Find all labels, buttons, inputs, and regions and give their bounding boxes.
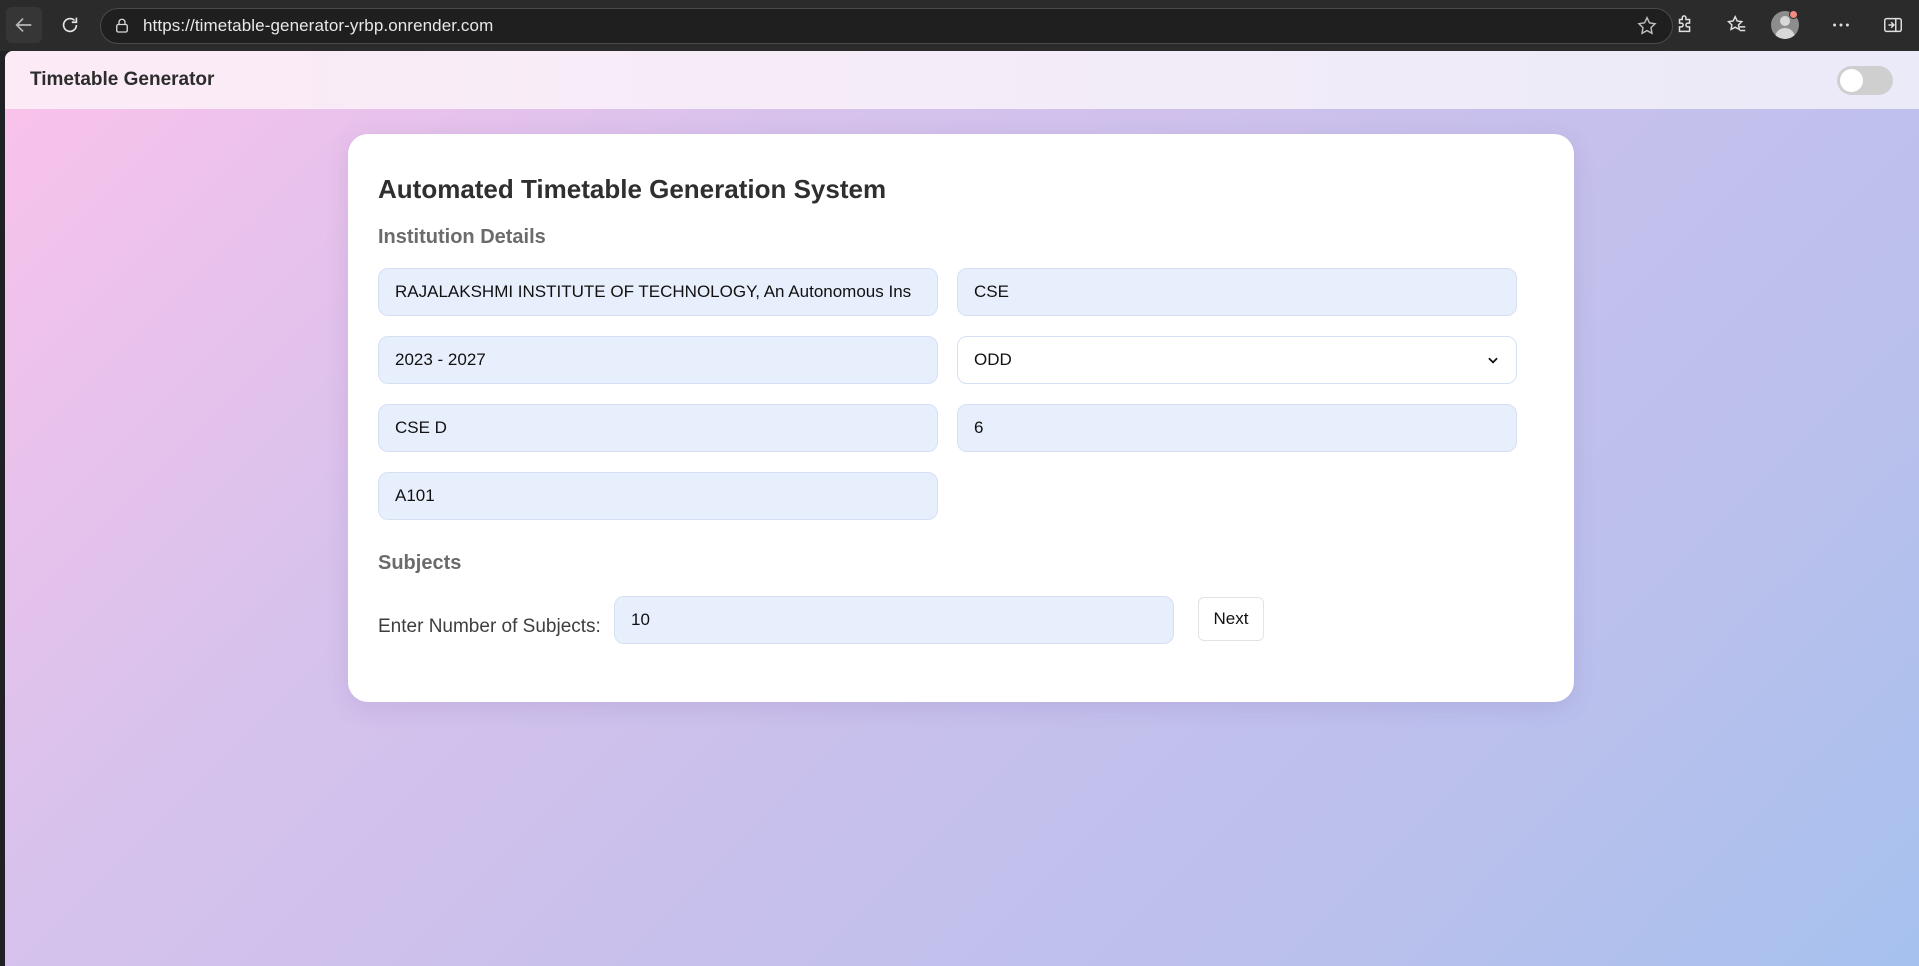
next-button[interactable]: Next	[1198, 597, 1264, 641]
institution-name-field[interactable]: RAJALAKSHMI INSTITUTE OF TECHNOLOGY, An …	[378, 268, 938, 316]
extensions-icon[interactable]	[1659, 7, 1711, 43]
toggle-knob	[1840, 69, 1863, 92]
department-field[interactable]: CSE	[957, 268, 1517, 316]
more-options-icon[interactable]	[1815, 7, 1867, 43]
section-field[interactable]: CSE D	[378, 404, 938, 452]
back-button[interactable]	[6, 7, 42, 43]
timetable-form-card: Automated Timetable Generation System In…	[348, 134, 1574, 702]
institution-details-heading: Institution Details	[378, 226, 546, 248]
subjects-count-input[interactable]: 10	[614, 596, 1174, 644]
notification-dot	[1788, 9, 1798, 19]
reload-icon	[62, 17, 78, 33]
sidebar-toggle-icon[interactable]	[1867, 7, 1919, 43]
reload-button[interactable]	[52, 7, 88, 43]
browser-actions	[1659, 7, 1919, 43]
app-header: Timetable Generator	[5, 51, 1919, 109]
semester-field[interactable]: 6	[957, 404, 1517, 452]
browser-toolbar: https://timetable-generator-yrbp.onrende…	[0, 0, 1919, 51]
favorite-star-icon[interactable]	[1636, 15, 1658, 37]
subjects-heading: Subjects	[378, 552, 462, 574]
theme-toggle[interactable]	[1837, 66, 1893, 95]
favorites-icon[interactable]	[1711, 7, 1763, 43]
batch-field[interactable]: 2023 - 2027	[378, 336, 938, 384]
chevron-down-icon	[1486, 353, 1500, 367]
url-text: https://timetable-generator-yrbp.onrende…	[143, 16, 494, 35]
room-field[interactable]: A101	[378, 472, 938, 520]
page-title: Automated Timetable Generation System	[378, 174, 887, 204]
subjects-count-label: Enter Number of Subjects:	[378, 616, 601, 637]
app-title: Timetable Generator	[30, 69, 215, 90]
arrow-left-icon	[15, 17, 32, 33]
page-viewport: Timetable Generator Automated Timetable …	[5, 51, 1919, 966]
address-bar[interactable]: https://timetable-generator-yrbp.onrende…	[100, 8, 1673, 44]
semester-type-select[interactable]: ODD	[957, 336, 1517, 384]
lock-icon	[113, 17, 131, 35]
semester-type-value: ODD	[974, 350, 1012, 369]
profile-button[interactable]	[1763, 7, 1815, 43]
